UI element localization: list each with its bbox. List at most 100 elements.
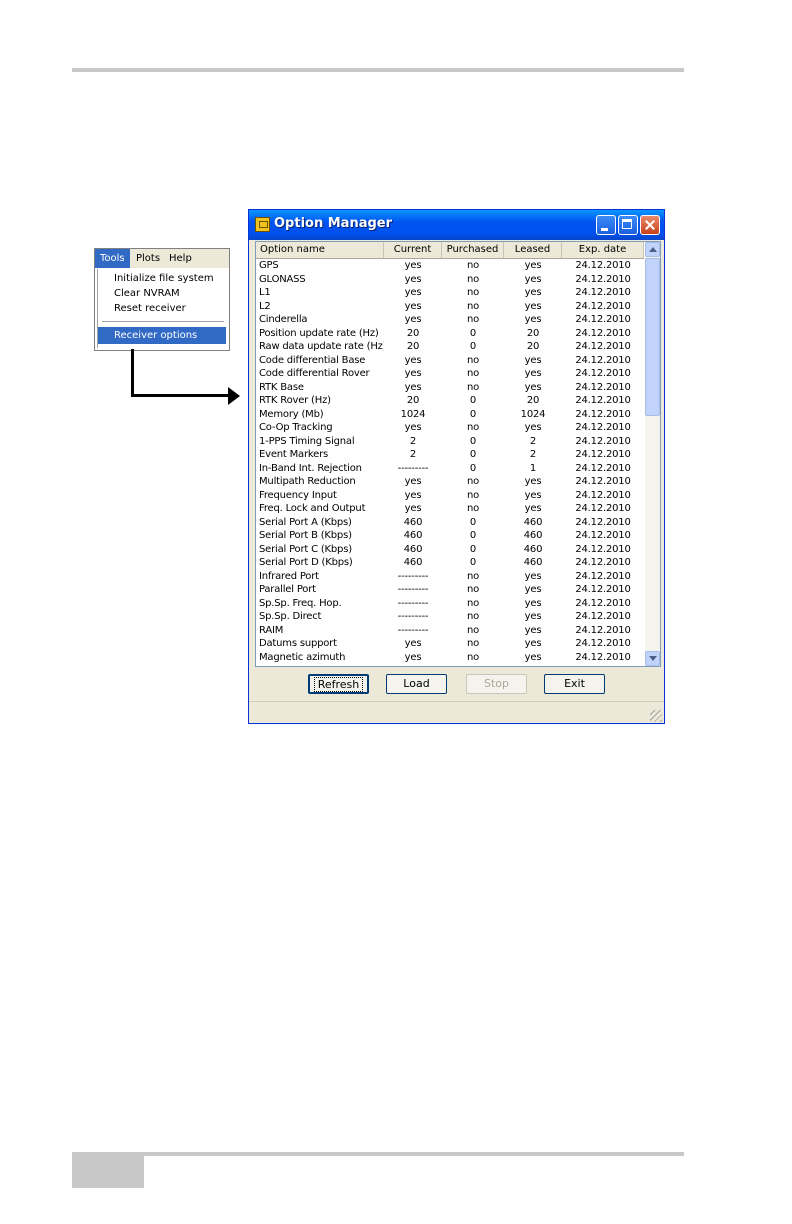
table-cell: Sp.Sp. Freq. Hop.: [259, 597, 342, 609]
table-row[interactable]: Code differential Base yes no yes 24.12.2010: [256, 354, 644, 368]
table-row[interactable]: Freq. Lock and Output yes no yes 24.12.2010: [256, 502, 644, 516]
table-cell: Frequency Input: [259, 489, 337, 501]
table-row[interactable]: In-Band Int. Rejection --------- 0 1 24.12.2…: [256, 462, 644, 476]
table-cell: 460: [403, 516, 423, 528]
table-cell: Cinderella: [259, 314, 308, 325]
table-row[interactable]: L1 yes no yes 24.12.2010: [256, 286, 644, 300]
table-cell: 24.12.2010: [575, 287, 631, 298]
title-bar[interactable]: Option Manager: [249, 210, 664, 240]
table-cell: 24.12.2010: [575, 368, 631, 379]
table-cell: 1: [529, 462, 537, 474]
table-row[interactable]: RTK Base yes no yes 24.12.2010: [256, 381, 644, 395]
table-row[interactable]: Position update rate (Hz) 20 0 20 24.12.2010: [256, 327, 644, 341]
table-cell: yes: [524, 354, 542, 366]
maximize-button[interactable]: [618, 215, 638, 235]
column-header-exp-date[interactable]: Exp. date: [562, 242, 644, 258]
close-button[interactable]: [640, 215, 660, 235]
table-row[interactable]: Frequency Input yes no yes 24.12.2010: [256, 489, 644, 503]
menu-plots[interactable]: Plots: [131, 249, 165, 268]
table-row[interactable]: 1-PPS Timing Signal 2 0 2 24.12.2010: [256, 435, 644, 449]
table-row[interactable]: Serial Port C (Kbps) 460 0 460 24.12.2010: [256, 543, 644, 557]
table-cell: 0: [469, 557, 477, 568]
menu-item-reset-receiver[interactable]: Reset receiver: [98, 301, 226, 316]
table-cell: L1: [259, 287, 271, 298]
scroll-down-icon[interactable]: [645, 651, 660, 666]
menu-help[interactable]: Help: [164, 249, 197, 268]
table-cell: Raw data update rate (Hz): [259, 341, 384, 352]
table-row[interactable]: Co-Op Tracking yes no yes 24.12.2010: [256, 421, 644, 435]
table-cell: 24.12.2010: [575, 597, 631, 609]
table-cell: 0: [469, 327, 477, 339]
table-row[interactable]: RAIM --------- no yes 24.12.2010: [256, 624, 644, 638]
scroll-up-icon[interactable]: [645, 242, 660, 257]
tools-menu: Tools Plots Help Initialize file system …: [94, 248, 230, 351]
table-row[interactable]: Multipath Reduction yes no yes 24.12.2010: [256, 475, 644, 489]
table-cell: 24.12.2010: [575, 584, 631, 595]
table-cell: yes: [524, 381, 542, 393]
table-cell: 24.12.2010: [575, 381, 631, 393]
table-cell: 460: [403, 543, 423, 555]
table-cell: 0: [469, 435, 477, 447]
table-cell: 24.12.2010: [575, 300, 631, 312]
table-cell: Event Markers: [259, 449, 329, 460]
table-cell: Memory (Mb): [259, 408, 324, 420]
column-header-leased[interactable]: Leased: [504, 242, 562, 258]
table-row[interactable]: GPS yes no yes 24.12.2010: [256, 259, 644, 273]
options-list[interactable]: Option name Current Purchased Leased Exp…: [255, 241, 661, 667]
load-button[interactable]: Load: [386, 674, 447, 694]
window-title: Option Manager: [274, 216, 393, 231]
table-cell: no: [466, 503, 480, 514]
menu-item-clear-nvram[interactable]: Clear NVRAM: [98, 286, 226, 301]
table-cell: yes: [404, 503, 422, 514]
table-row[interactable]: Serial Port D (Kbps) 460 0 460 24.12.2010: [256, 556, 644, 570]
column-header-current[interactable]: Current: [384, 242, 442, 258]
table-cell: yes: [404, 368, 422, 379]
resize-grip-icon[interactable]: [650, 710, 662, 722]
table-cell: yes: [524, 624, 542, 636]
stop-button[interactable]: Stop: [466, 674, 527, 694]
column-header-purchased[interactable]: Purchased: [442, 242, 504, 258]
table-cell: 0: [469, 462, 477, 474]
menu-tools[interactable]: Tools: [95, 249, 130, 268]
menu-item-initialize-file-system[interactable]: Initialize file system: [98, 271, 226, 286]
exit-button[interactable]: Exit: [544, 674, 605, 694]
table-row[interactable]: RTK Rover (Hz) 20 0 20 24.12.2010: [256, 394, 644, 408]
table-cell: 0: [469, 408, 477, 420]
column-header-option-name[interactable]: Option name: [256, 242, 384, 258]
table-cell: Magnetic azimuth: [259, 651, 346, 663]
refresh-button[interactable]: Refresh: [308, 674, 369, 694]
table-row[interactable]: GLONASS yes no yes 24.12.2010: [256, 273, 644, 287]
table-cell: 2: [529, 449, 537, 460]
page-top-rule: [72, 68, 684, 72]
table-row[interactable]: Serial Port B (Kbps) 460 0 460 24.12.2010: [256, 529, 644, 543]
table-cell: 460: [403, 557, 423, 568]
status-bar: [249, 701, 664, 724]
table-row[interactable]: Sp.Sp. Freq. Hop. --------- no yes 24.12.201…: [256, 597, 644, 611]
table-row[interactable]: Infrared Port --------- no yes 24.12.2010: [256, 570, 644, 584]
table-cell: 24.12.2010: [575, 395, 631, 406]
menu-item-receiver-options[interactable]: Receiver options: [98, 327, 226, 344]
table-row[interactable]: L2 yes no yes 24.12.2010: [256, 300, 644, 314]
table-cell: yes: [524, 422, 542, 433]
vertical-scrollbar[interactable]: [645, 242, 660, 666]
table-row[interactable]: Parallel Port --------- no yes 24.12.2010: [256, 583, 644, 597]
table-row[interactable]: Raw data update rate (Hz) 20 0 20 24.12.2010: [256, 340, 644, 354]
table-row[interactable]: Sp.Sp. Direct --------- no yes 24.12.2010: [256, 610, 644, 624]
table-cell: 24.12.2010: [575, 408, 631, 420]
table-cell: Sp.Sp. Direct: [259, 611, 322, 622]
table-row[interactable]: Cinderella yes no yes 24.12.2010: [256, 313, 644, 327]
table-cell: no: [466, 368, 480, 379]
table-cell: 24.12.2010: [575, 503, 631, 514]
table-cell: 24.12.2010: [575, 557, 631, 568]
table-row[interactable]: Serial Port A (Kbps) 460 0 460 24.12.2010: [256, 516, 644, 530]
minimize-button[interactable]: [596, 215, 616, 235]
table-row[interactable]: Code differential Rover yes no yes 24.12.201…: [256, 367, 644, 381]
table-cell: yes: [524, 273, 542, 285]
table-cell: ---------: [397, 611, 429, 622]
scroll-thumb[interactable]: [645, 258, 660, 416]
table-row[interactable]: Event Markers 2 0 2 24.12.2010: [256, 448, 644, 462]
table-row[interactable]: Magnetic azimuth yes no yes 24.12.2010: [256, 651, 644, 665]
list-header: Option name Current Purchased Leased Exp…: [256, 242, 644, 259]
table-row[interactable]: Datums support yes no yes 24.12.2010: [256, 637, 644, 651]
table-row[interactable]: Memory (Mb) 1024 0 1024 24.12.2010: [256, 408, 644, 422]
